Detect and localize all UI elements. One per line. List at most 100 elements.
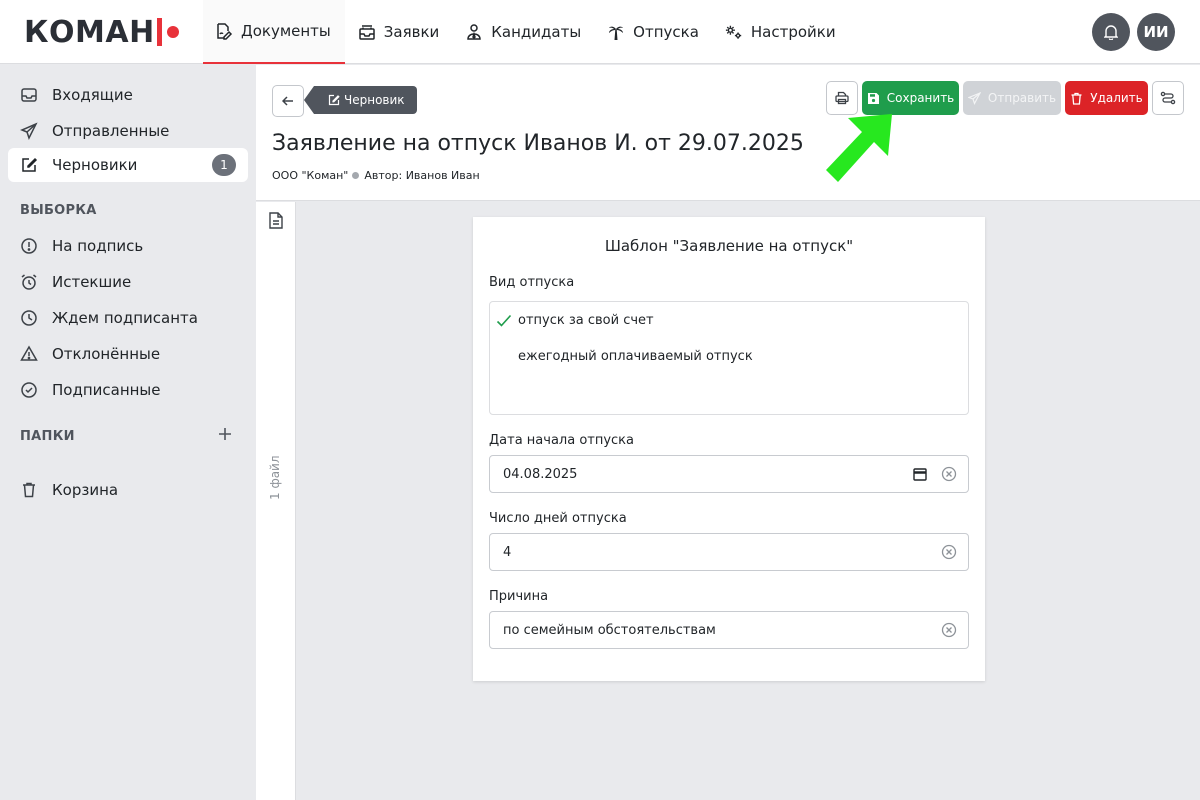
file-rail: 1 файл — [256, 202, 296, 800]
page-title: Заявление на отпуск Иванов И. от 29.07.2… — [272, 131, 804, 156]
status-badge-label: Черновик — [344, 93, 405, 107]
folders-section-header: ПАПКИ — [20, 429, 75, 444]
send-button-label: Отправить — [987, 91, 1057, 105]
send-button[interactable]: Отправить — [963, 81, 1061, 115]
leave-type-listbox[interactable]: отпуск за свой счет ежегодный оплачиваем… — [489, 301, 969, 415]
logo-text: КОМАН — [24, 14, 155, 50]
sidebar-item-waiting-signer[interactable]: Ждем подписанта — [8, 301, 248, 335]
document-meta: ООО "Коман" Автор: Иванов Иван — [272, 169, 480, 182]
leave-type-option[interactable]: ежегодный оплачиваемый отпуск — [518, 349, 753, 364]
reason-field[interactable]: по семейным обстоятельствам — [489, 611, 969, 649]
clear-icon[interactable] — [941, 466, 957, 482]
sidebar-item-drafts[interactable]: Черновики 1 — [8, 148, 248, 182]
signed-document-icon — [215, 22, 233, 40]
check-icon — [496, 314, 512, 328]
sidebar: Входящие Отправленные Черновики 1 ВЫБОРК… — [0, 65, 256, 800]
selection-section-header: ВЫБОРКА — [20, 203, 97, 218]
palm-tree-icon — [607, 23, 625, 41]
document-header: Черновик Заявление на отпуск Иванов И. о… — [256, 65, 1200, 201]
start-date-field[interactable]: 04.08.2025 — [489, 455, 969, 493]
back-button[interactable] — [272, 85, 304, 117]
sidebar-item-trash[interactable]: Корзина — [8, 473, 248, 507]
sidebar-item-label: Черновики — [52, 156, 138, 174]
route-button[interactable] — [1152, 81, 1184, 115]
drafts-count-badge: 1 — [212, 154, 236, 176]
file-text-icon[interactable] — [269, 212, 285, 230]
days-count-value: 4 — [503, 545, 512, 560]
days-count-field[interactable]: 4 — [489, 533, 969, 571]
user-avatar[interactable]: ИИ — [1137, 13, 1175, 51]
paper-plane-icon — [20, 122, 38, 140]
nav-documents-label: Документы — [241, 22, 331, 40]
sidebar-item-label: На подпись — [52, 237, 144, 255]
sidebar-item-to-sign[interactable]: На подпись — [8, 229, 248, 263]
clock-icon — [20, 309, 38, 327]
calendar-icon[interactable] — [913, 467, 927, 481]
sidebar-item-sent[interactable]: Отправленные — [8, 114, 248, 148]
top-bar: КОМАН Документы Заявки Кандидаты Отпуска… — [0, 0, 1200, 64]
template-form-card: Шаблон "Заявление на отпуск" Вид отпуска… — [473, 217, 985, 681]
nav-candidates-label: Кандидаты — [491, 23, 582, 41]
sidebar-item-label: Подписанные — [52, 381, 161, 399]
alarm-clock-icon — [20, 273, 38, 291]
leave-type-label: Вид отпуска — [489, 275, 575, 290]
sidebar-item-inbox[interactable]: Входящие — [8, 78, 248, 112]
company-logo[interactable]: КОМАН — [24, 14, 179, 50]
sidebar-item-rejected[interactable]: Отклонённые — [8, 337, 248, 371]
start-date-label: Дата начала отпуска — [489, 433, 634, 448]
nav-vacations-label: Отпуска — [633, 23, 699, 41]
add-folder-button[interactable] — [214, 423, 236, 445]
inbox-tray-icon — [20, 86, 38, 104]
arrow-left-icon — [282, 95, 294, 107]
file-count-label: 1 файл — [268, 455, 282, 500]
sidebar-item-label: Входящие — [52, 86, 133, 104]
sidebar-item-label: Отклонённые — [52, 345, 161, 363]
nav-requests[interactable]: Заявки — [345, 0, 452, 64]
meta-separator-dot — [352, 172, 360, 179]
sidebar-item-signed[interactable]: Подписанные — [8, 373, 248, 407]
delete-button[interactable]: Удалить — [1065, 81, 1148, 115]
nav-vacations[interactable]: Отпуска — [594, 0, 712, 64]
save-button[interactable]: Сохранить — [862, 81, 959, 115]
plus-icon — [218, 427, 232, 441]
sidebar-item-label: Корзина — [52, 481, 119, 499]
paper-plane-icon — [967, 91, 981, 105]
bell-icon — [1104, 24, 1118, 40]
start-date-value: 04.08.2025 — [503, 467, 578, 482]
trash-can-icon — [1070, 92, 1083, 105]
printer-icon — [835, 91, 849, 105]
reason-value: по семейным обстоятельствам — [503, 623, 716, 638]
edit-pencil-icon — [20, 156, 38, 174]
logo-dot-mark — [166, 26, 179, 38]
trash-can-icon — [20, 481, 38, 499]
clear-icon[interactable] — [941, 544, 957, 560]
sidebar-item-expired[interactable]: Истекшие — [8, 265, 248, 299]
nav-candidates[interactable]: Кандидаты — [452, 0, 594, 64]
gears-icon — [725, 23, 743, 41]
notifications-button[interactable] — [1092, 13, 1130, 51]
floppy-disk-icon — [867, 92, 880, 105]
print-button[interactable] — [826, 81, 858, 115]
inbox-stack-icon — [358, 23, 376, 41]
delete-button-label: Удалить — [1090, 91, 1143, 105]
save-button-label: Сохранить — [886, 91, 955, 105]
main-nav: Документы Заявки Кандидаты Отпуска Настр… — [203, 0, 849, 64]
leave-type-option-selected[interactable]: отпуск за свой счет — [518, 313, 654, 328]
sidebar-item-label: Отправленные — [52, 122, 170, 140]
check-circle-icon — [20, 381, 38, 399]
sidebar-item-label: Ждем подписанта — [52, 309, 198, 327]
warning-triangle-icon — [20, 345, 38, 363]
status-badge: Черновик — [304, 86, 417, 114]
days-count-label: Число дней отпуска — [489, 511, 627, 526]
organization-name: ООО "Коман" — [272, 169, 349, 182]
route-icon — [1160, 91, 1176, 105]
author-name: Автор: Иванов Иван — [364, 169, 480, 182]
sidebar-item-label: Истекшие — [52, 273, 132, 291]
user-tie-icon — [465, 23, 483, 41]
nav-documents[interactable]: Документы — [203, 0, 345, 64]
reason-label: Причина — [489, 589, 549, 604]
nav-settings[interactable]: Настройки — [712, 0, 849, 64]
clear-icon[interactable] — [941, 622, 957, 638]
nav-settings-label: Настройки — [750, 23, 836, 41]
edit-pencil-icon — [328, 94, 340, 106]
